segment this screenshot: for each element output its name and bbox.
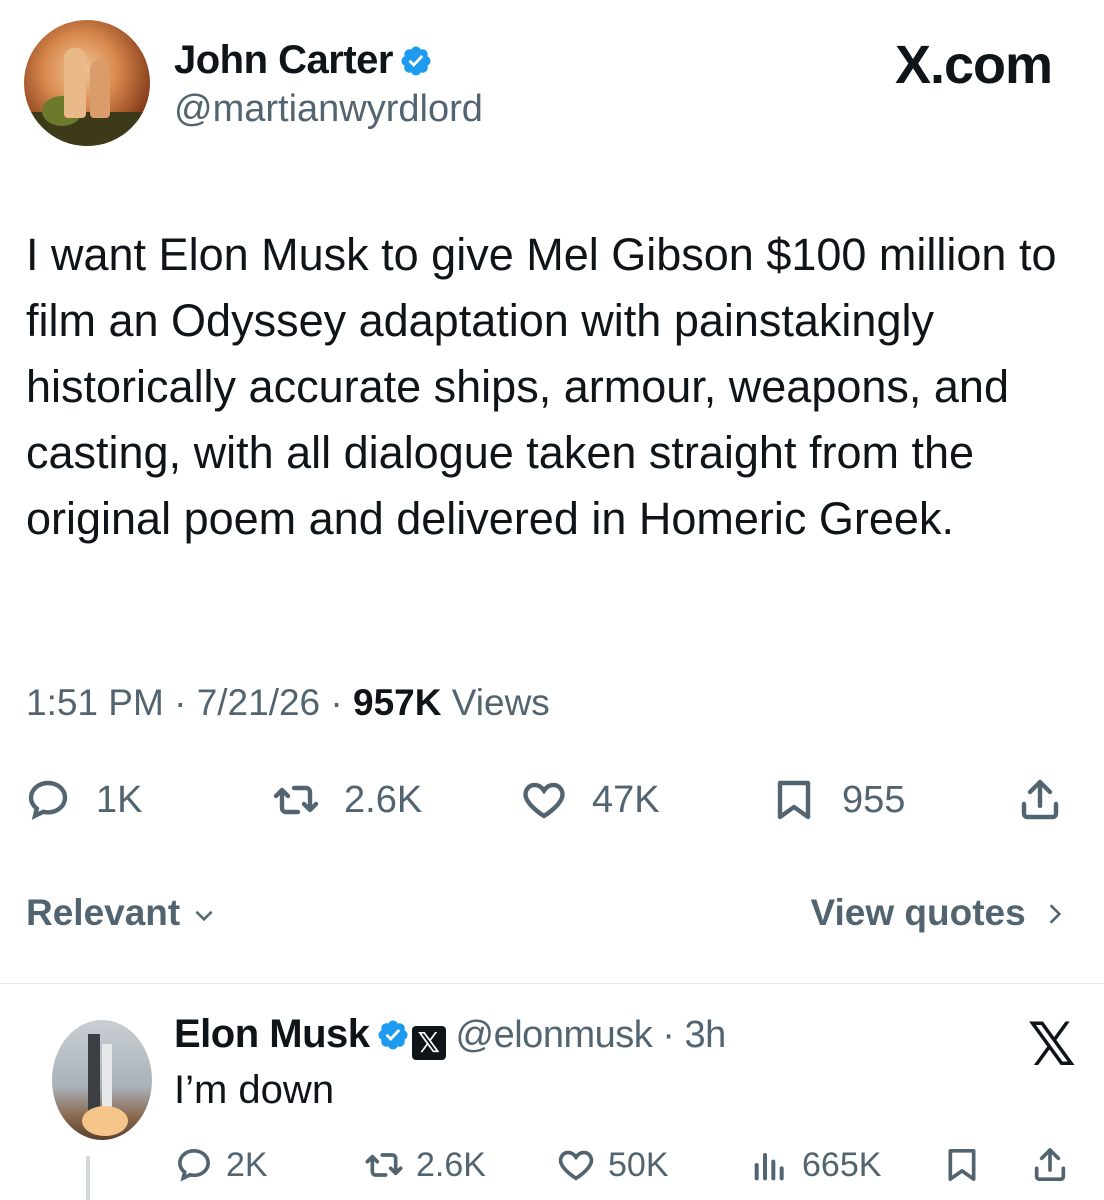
- divider: [0, 983, 1104, 984]
- reply-repost-count: 2.6K: [416, 1145, 486, 1184]
- share-button[interactable]: [1016, 772, 1064, 828]
- tweet-time[interactable]: 1:51 PM: [26, 682, 164, 723]
- thread-line: [86, 1156, 90, 1200]
- views-count: 957K: [353, 682, 442, 723]
- x-affiliate-badge-icon: 𝕏: [411, 1026, 446, 1060]
- reply-views-count: 665K: [802, 1145, 882, 1184]
- reply-author-avatar[interactable]: [52, 1020, 152, 1140]
- author-name-text[interactable]: John Carter: [174, 38, 394, 82]
- reply-author-name[interactable]: Elon Musk: [174, 1012, 370, 1056]
- x-logo-icon: 𝕏: [1027, 1011, 1076, 1078]
- repost-icon: [273, 785, 319, 815]
- reply-icon: [177, 1148, 211, 1182]
- reply-bookmark-button[interactable]: [942, 1140, 982, 1190]
- reply-reply-button[interactable]: 2K: [174, 1140, 268, 1190]
- bookmark-icon: [777, 780, 811, 820]
- author-avatar[interactable]: [24, 20, 150, 146]
- reply-count: 1K: [96, 778, 143, 821]
- reply-button[interactable]: 1K: [24, 772, 142, 828]
- tweet-text: I want Elon Musk to give Mel Gibson $100…: [26, 229, 1057, 544]
- sort-relevant-dropdown[interactable]: Relevant: [26, 892, 217, 934]
- reply-views-button[interactable]: 665K: [750, 1140, 881, 1190]
- like-icon: [523, 782, 565, 819]
- reply-repost-button[interactable]: 2.6K: [364, 1140, 486, 1190]
- like-icon: [558, 1150, 594, 1181]
- views-label: Views: [451, 682, 550, 723]
- repost-icon: [365, 1153, 403, 1177]
- reply-age[interactable]: 3h: [685, 1014, 727, 1056]
- reply-like-count: 50K: [608, 1145, 669, 1184]
- like-count: 47K: [592, 778, 660, 821]
- sort-relevant-label: Relevant: [26, 892, 181, 933]
- share-icon: [1021, 779, 1059, 820]
- chevron-right-icon: [1049, 904, 1062, 924]
- repost-count: 2.6K: [344, 778, 423, 821]
- reply-author-handle[interactable]: @elonmusk · 3h: [456, 1014, 727, 1056]
- tweet-meta: 1:51 PM · 7/21/26 · 957K Views: [26, 682, 550, 723]
- bookmark-button[interactable]: 955: [770, 772, 905, 828]
- reply-author-header: Elon Musk 𝕏 @elonmusk · 3h: [174, 1012, 726, 1060]
- share-icon: [1034, 1148, 1066, 1181]
- author-handle[interactable]: @martianwyrdlord: [174, 88, 483, 131]
- view-quotes-link[interactable]: View quotes: [811, 892, 1069, 934]
- repost-button[interactable]: 2.6K: [272, 772, 422, 828]
- reply-share-button[interactable]: [1030, 1140, 1070, 1190]
- reply-icon: [28, 780, 68, 820]
- bookmark-count: 955: [842, 778, 906, 821]
- site-label: X.com: [894, 35, 1053, 95]
- verified-icon: [378, 1020, 408, 1050]
- views-icon: [754, 1153, 784, 1181]
- like-button[interactable]: 47K: [520, 772, 660, 828]
- reply-reply-count: 2K: [226, 1145, 268, 1184]
- verified-icon: [401, 46, 431, 76]
- chevron-down-icon: [195, 910, 213, 922]
- author-name[interactable]: John Carter: [174, 38, 433, 83]
- reply-text: I’m down: [174, 1068, 335, 1112]
- bookmark-icon: [948, 1149, 976, 1181]
- reply-handle-text[interactable]: @elonmusk: [456, 1014, 653, 1056]
- view-quotes-label: View quotes: [810, 892, 1026, 933]
- tweet-date[interactable]: 7/21/26: [197, 682, 320, 723]
- reply-like-button[interactable]: 50K: [556, 1140, 669, 1190]
